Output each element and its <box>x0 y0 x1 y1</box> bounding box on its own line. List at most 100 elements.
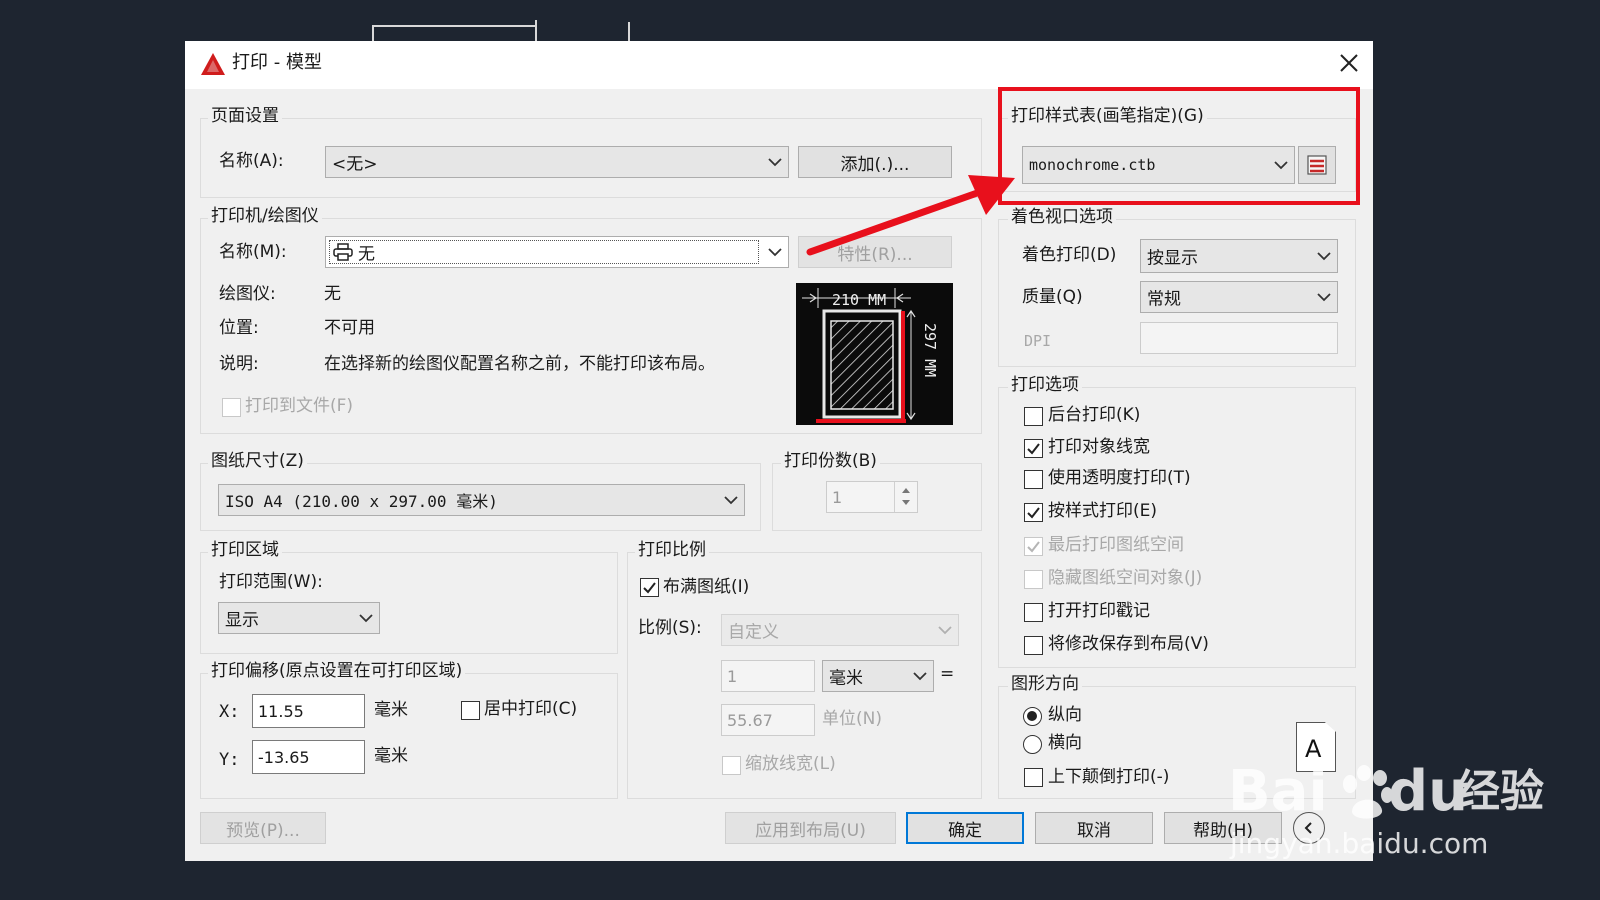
quality-combo[interactable]: 常规 <box>1140 281 1338 313</box>
watermark-brand: Bai <box>1228 759 1328 824</box>
portrait-radio[interactable] <box>1023 707 1042 726</box>
scale-unit-value: 毫米 <box>829 668 863 689</box>
scale-value: 自定义 <box>728 622 779 643</box>
description-value: 在选择新的绘图仪配置名称之前，不能打印该布局。 <box>324 354 715 374</box>
offset-x-input[interactable]: 11.55 <box>252 694 365 728</box>
chevron-down-icon <box>938 626 952 635</box>
center-plot-label: 居中打印(C) <box>484 699 578 719</box>
focus-rect <box>329 240 759 264</box>
checkmark-icon <box>1027 507 1040 519</box>
page-setup-name-label: 名称(A): <box>219 151 284 171</box>
orientation-legend: 图形方向 <box>1008 674 1082 694</box>
offset-x-unit: 毫米 <box>374 700 408 720</box>
scale-combo[interactable]: 自定义 <box>721 614 959 646</box>
plot-option-label: 打印对象线宽 <box>1048 437 1150 457</box>
plot-range-label: 打印范围(W): <box>219 572 323 592</box>
annotation-arrow-icon <box>806 175 1015 256</box>
plot-range-value: 显示 <box>225 610 259 631</box>
scale-value1-input[interactable]: 1 <box>721 660 815 692</box>
scale-lineweights-checkbox[interactable] <box>722 756 741 775</box>
cancel-button[interactable]: 取消 <box>1035 812 1153 844</box>
chevron-down-icon <box>724 496 738 505</box>
plot-range-combo[interactable]: 显示 <box>218 602 380 634</box>
plot-option-label: 隐藏图纸空间对象(J) <box>1048 568 1203 588</box>
preview-height-label: 297 MM <box>921 323 939 378</box>
description-label: 说明: <box>219 354 259 374</box>
close-icon[interactable] <box>1338 52 1360 74</box>
printer-name-combo[interactable]: 无 <box>325 236 789 268</box>
background-drawing-line <box>372 25 374 41</box>
plot-option-checkbox[interactable] <box>1024 537 1043 556</box>
plot-option-label: 最后打印图纸空间 <box>1048 535 1184 555</box>
plot-option-checkbox[interactable] <box>1024 470 1043 489</box>
plot-option-checkbox[interactable] <box>1024 407 1043 426</box>
ok-button[interactable]: 确定 <box>906 812 1024 844</box>
background-drawing-line <box>372 25 537 27</box>
plot-option-checkbox[interactable] <box>1024 603 1043 622</box>
fit-to-paper-checkbox[interactable] <box>640 578 659 597</box>
offset-y-unit: 毫米 <box>374 746 408 766</box>
page-setup-name-combo[interactable]: <无> <box>325 146 789 178</box>
plot-scale-legend: 打印比例 <box>635 540 709 560</box>
offset-x-label: X: <box>219 702 240 722</box>
landscape-label: 横向 <box>1048 733 1082 753</box>
center-plot-checkbox[interactable] <box>461 701 480 720</box>
background-drawing-line <box>628 22 630 41</box>
fit-to-paper-label: 布满图纸(I) <box>663 577 750 597</box>
plot-option-label: 打开打印戳记 <box>1048 601 1150 621</box>
plot-option-checkbox[interactable] <box>1024 503 1043 522</box>
chevron-down-icon <box>913 672 927 681</box>
shaded-viewport-legend: 着色视口选项 <box>1008 207 1116 227</box>
apply-to-layout-button[interactable]: 应用到布局(U) <box>725 812 896 844</box>
checkmark-icon <box>1027 541 1040 553</box>
scale-value2-input[interactable]: 55.67 <box>721 704 815 736</box>
baidu-watermark: Bai du 经验 jingyan.baidu.com <box>1228 762 1558 872</box>
plot-options-legend: 打印选项 <box>1008 375 1082 395</box>
plot-option-label: 按样式打印(E) <box>1048 501 1158 521</box>
dpi-label: DPI <box>1024 332 1052 350</box>
paper-size-value: ISO A4 (210.00 x 297.00 毫米) <box>225 492 498 511</box>
preview-button[interactable]: 预览(P)... <box>200 812 326 844</box>
location-label: 位置: <box>219 318 259 338</box>
landscape-radio[interactable] <box>1023 735 1042 754</box>
plot-option-label: 后台打印(K) <box>1048 405 1141 425</box>
location-value: 不可用 <box>324 318 375 338</box>
paper-size-legend: 图纸尺寸(Z) <box>208 451 307 471</box>
copies-legend: 打印份数(B) <box>781 451 880 471</box>
plotter-value: 无 <box>324 284 341 304</box>
printer-legend: 打印机/绘图仪 <box>208 206 322 226</box>
printer-name-label: 名称(M): <box>219 242 287 262</box>
chevron-down-icon <box>768 248 782 257</box>
upside-down-checkbox[interactable] <box>1024 768 1043 787</box>
plot-option-checkbox[interactable] <box>1024 636 1043 655</box>
shade-plot-combo[interactable]: 按显示 <box>1140 239 1338 273</box>
plot-area-legend: 打印区域 <box>208 540 282 560</box>
checkmark-icon <box>643 582 656 594</box>
watermark-cn: 经验 <box>1456 766 1544 817</box>
title-bar <box>185 41 1373 89</box>
chevron-down-icon[interactable] <box>900 498 912 508</box>
shade-plot-value: 按显示 <box>1147 248 1198 269</box>
plot-option-checkbox[interactable] <box>1024 570 1043 589</box>
scale-label: 比例(S): <box>638 618 702 638</box>
page-setup-name-value: <无> <box>332 154 378 175</box>
paper-size-combo[interactable]: ISO A4 (210.00 x 297.00 毫米) <box>218 484 745 516</box>
quality-label: 质量(Q) <box>1022 287 1083 307</box>
print-to-file-label: 打印到文件(F) <box>245 396 354 416</box>
quality-value: 常规 <box>1147 289 1181 310</box>
dpi-input[interactable] <box>1140 322 1338 354</box>
printer-name-value: 无 <box>358 244 375 265</box>
plotter-label: 绘图仪: <box>219 284 276 304</box>
chevron-down-icon <box>1317 293 1331 302</box>
offset-y-input[interactable]: -13.65 <box>252 740 365 774</box>
plot-option-checkbox[interactable] <box>1024 439 1043 458</box>
plot-options-group <box>998 387 1356 668</box>
chevron-up-icon[interactable] <box>900 485 912 495</box>
scale-unit-label: 单位(N) <box>822 709 882 729</box>
copies-spinner[interactable] <box>894 482 917 512</box>
plot-offset-group <box>200 673 618 799</box>
scale-unit-combo[interactable]: 毫米 <box>822 660 934 692</box>
printer-icon <box>333 243 353 261</box>
print-to-file-checkbox[interactable] <box>222 398 241 417</box>
shade-plot-label: 着色打印(D) <box>1022 245 1117 265</box>
